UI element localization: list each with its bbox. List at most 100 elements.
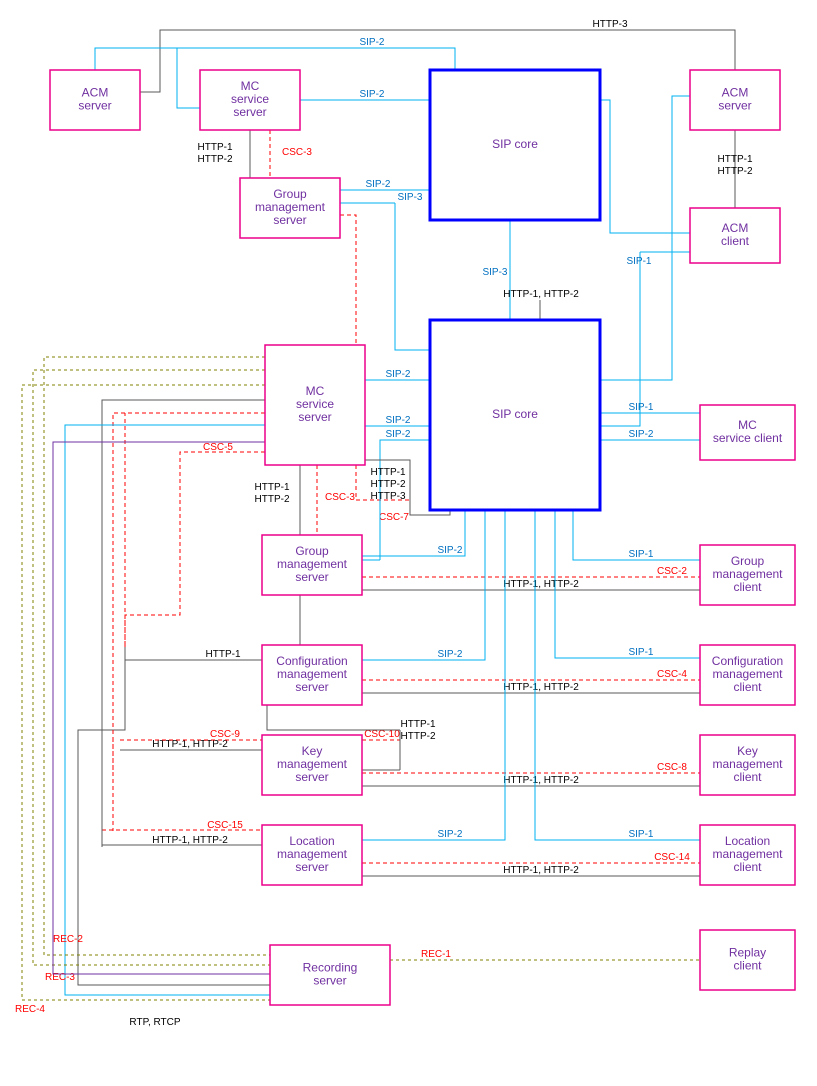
node-label: management: [277, 847, 348, 861]
edge-label: SIP-1: [628, 549, 653, 560]
edge: [53, 442, 270, 974]
edge-label: HTTP-1: [371, 467, 406, 478]
key-mgmt-client: Keymanagementclient: [700, 735, 795, 795]
node-label: server: [295, 770, 328, 784]
edge-label: SIP-2: [437, 545, 462, 556]
edge: [395, 203, 430, 350]
sip-core-1: SIP core: [430, 70, 600, 220]
edge: [102, 400, 265, 847]
mc-service-server-1: MCserviceserver: [200, 70, 300, 130]
node-label: client: [733, 959, 762, 973]
edge-label: CSC-15: [207, 820, 243, 831]
node-label: MC: [306, 384, 325, 398]
edge: [267, 705, 400, 730]
mc-service-server-2: MCserviceserver: [265, 345, 365, 465]
node-label: server: [295, 570, 328, 584]
node-label: MC: [241, 79, 260, 93]
replay-client: Replayclient: [700, 930, 795, 990]
edge: [113, 413, 265, 831]
node-label: Configuration: [712, 654, 783, 668]
edge-label: HTTP-1, HTTP-2: [152, 835, 228, 846]
acm-server-2: ACMserver: [690, 70, 780, 130]
node-label: server: [295, 680, 328, 694]
edge-label: CSC-10: [364, 729, 400, 740]
edge-label: HTTP-1, HTTP-2: [503, 682, 579, 693]
node-label: Location: [289, 834, 334, 848]
edge-label: SIP-2: [385, 429, 410, 440]
edge: [78, 647, 270, 985]
node-label: Recording: [303, 961, 358, 975]
edge-label: HTTP-1: [255, 482, 290, 493]
node-label: client: [733, 770, 762, 784]
acm-client: ACMclient: [690, 208, 780, 263]
edge-label: HTTP-2: [371, 479, 406, 490]
node-label: ACM: [722, 86, 749, 100]
node-label: management: [277, 667, 348, 681]
node-label: Group: [273, 187, 307, 201]
node-label: server: [298, 410, 331, 424]
edge-label: SIP-1: [626, 256, 651, 267]
group-mgmt-client: Groupmanagementclient: [700, 545, 795, 605]
node-label: management: [712, 757, 783, 771]
edge-label: CSC-3: [282, 147, 312, 158]
edge-label: SIP-2: [359, 89, 384, 100]
edge-label: HTTP-1: [718, 154, 753, 165]
edge-label: REC-4: [15, 1004, 45, 1015]
node-label: client: [721, 234, 750, 248]
edge-label: CSC-3: [325, 492, 355, 503]
edge: [22, 385, 270, 1000]
edge: [33, 370, 270, 965]
edge-label: HTTP-2: [198, 154, 233, 165]
node-label: ACM: [722, 221, 749, 235]
edge-label: SIP-2: [437, 829, 462, 840]
edge-label: SIP-3: [397, 192, 422, 203]
edge-label: CSC-8: [657, 762, 687, 773]
edge-label: SIP-2: [628, 429, 653, 440]
mc-service-client: MCservice client: [700, 405, 795, 460]
node-label: service client: [713, 431, 783, 445]
node-label: management: [277, 757, 348, 771]
edge-label: CSC-9: [210, 729, 240, 740]
group-mgmt-server-2: Groupmanagementserver: [262, 535, 362, 595]
edge-label: HTTP-1, HTTP-2: [503, 775, 579, 786]
edge-label: HTTP-2: [718, 166, 753, 177]
edge-label: CSC-5: [203, 442, 233, 453]
edge-label: CSC-4: [657, 669, 687, 680]
node-label: management: [712, 567, 783, 581]
edge: [600, 252, 640, 426]
edge-label: HTTP-1: [401, 719, 436, 730]
node-label: Key: [737, 744, 758, 758]
edge-label: HTTP-1, HTTP-2: [503, 289, 579, 300]
node-label: server: [233, 105, 266, 119]
node-label: MC: [738, 418, 757, 432]
edge-label: CSC-7: [379, 512, 409, 523]
node-label: Configuration: [276, 654, 347, 668]
node-label: SIP core: [492, 407, 538, 421]
architecture-diagram: HTTP-3SIP-2SIP-2HTTP-1HTTP-2CSC-3SIP-2SI…: [0, 0, 817, 1086]
node-label: Location: [725, 834, 770, 848]
edges: HTTP-3SIP-2SIP-2HTTP-1HTTP-2CSC-3SIP-2SI…: [15, 19, 753, 1028]
node-label: Key: [302, 744, 323, 758]
edge-label: HTTP-3: [593, 19, 628, 30]
sip-core-2: SIP core: [430, 320, 600, 510]
node-label: client: [733, 580, 762, 594]
node-label: client: [733, 860, 762, 874]
node-label: service: [296, 397, 334, 411]
edge-label: HTTP-2: [255, 494, 290, 505]
edge-label: SIP-1: [628, 829, 653, 840]
node-label: management: [712, 667, 783, 681]
edge-label: HTTP-1, HTTP-2: [503, 865, 579, 876]
node-label: ACM: [82, 86, 109, 100]
edge-label: SIP-2: [385, 369, 410, 380]
edge-label: SIP-1: [628, 402, 653, 413]
edge: [177, 48, 200, 108]
edge-label: SIP-2: [437, 649, 462, 660]
edge-label: REC-2: [53, 934, 83, 945]
node-label: server: [313, 974, 346, 988]
config-mgmt-server: Configurationmanagementserver: [262, 645, 362, 705]
node-label: client: [733, 680, 762, 694]
nodes: ACMserverMCserviceserverACMserverSIP cor…: [50, 70, 795, 1005]
edge-label: CSC-14: [654, 852, 690, 863]
edge-label: HTTP-3: [371, 491, 406, 502]
edge-label: RTP, RTCP: [129, 1017, 180, 1028]
